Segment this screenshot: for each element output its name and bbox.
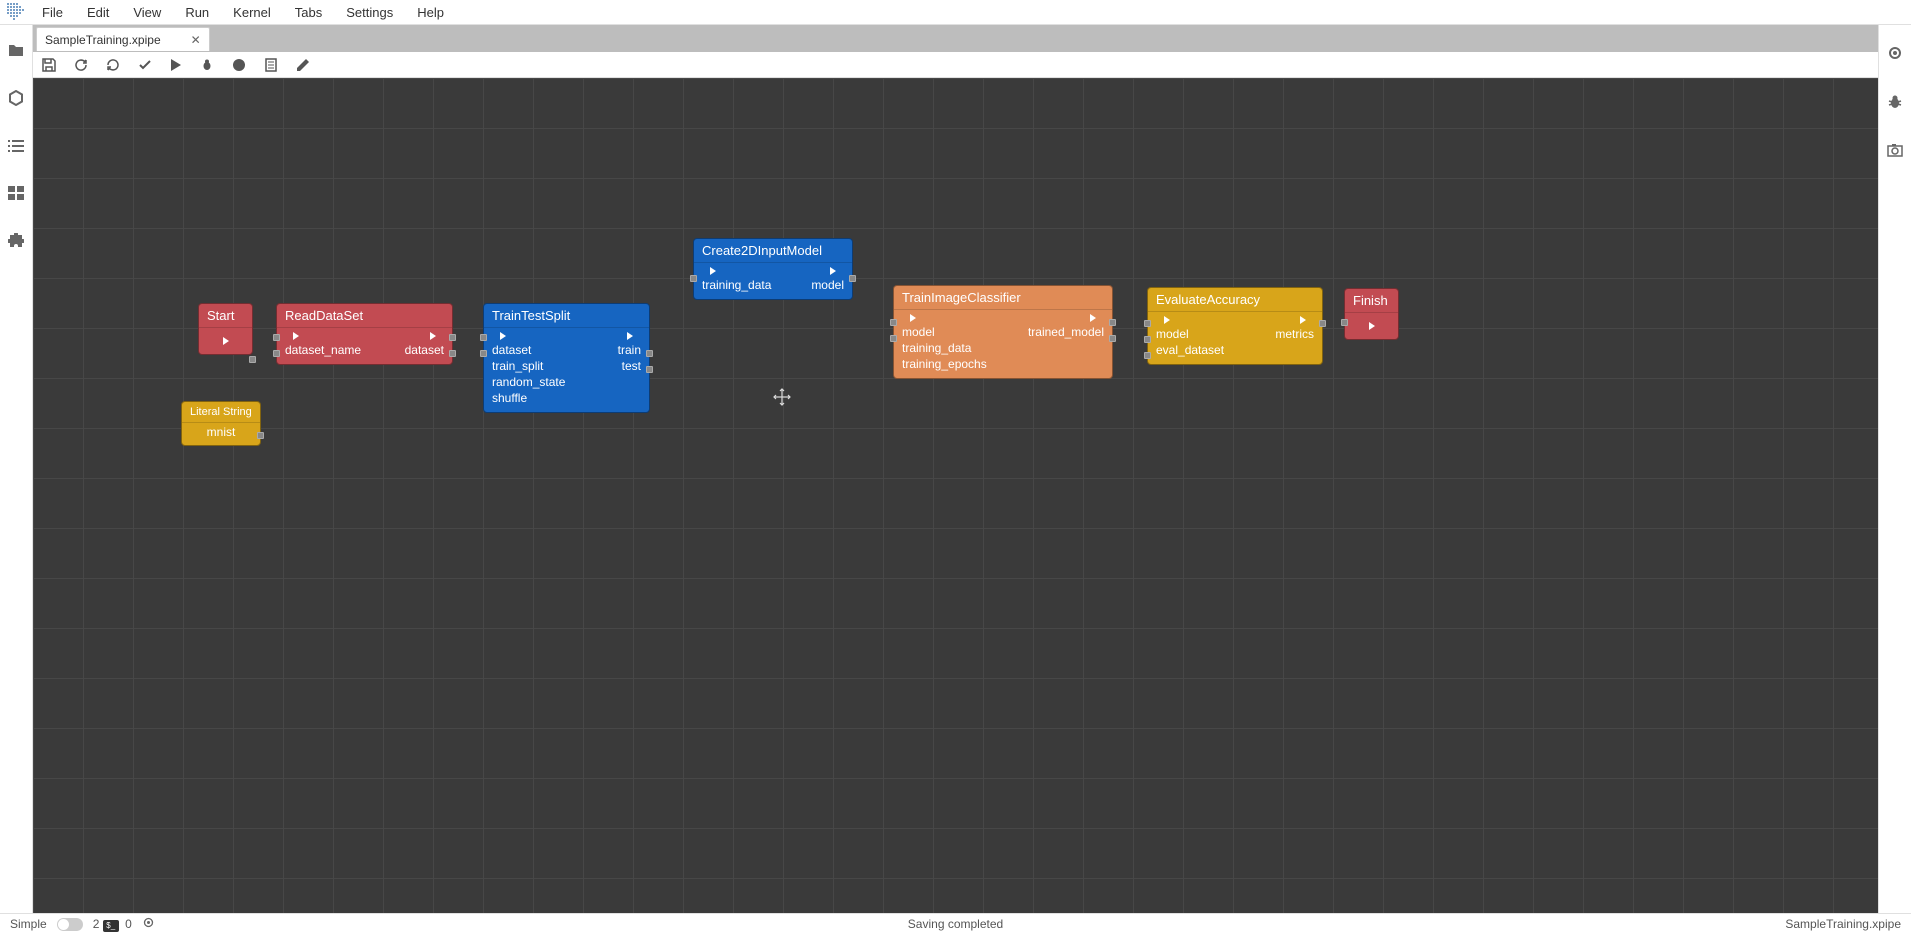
left-sidebar [0, 25, 33, 913]
canvas-grid [33, 78, 1878, 913]
status-mode: Simple [10, 917, 47, 931]
node-evaluateaccuracy[interactable]: EvaluateAccuracy model metrics eval_datas… [1147, 287, 1323, 365]
play-icon [910, 314, 916, 322]
play-icon [1300, 316, 1306, 324]
status-bar: Simple 2 $_ 0 Saving completed SampleTra… [0, 913, 1911, 934]
menubar: File Edit View Run Kernel Tabs Settings … [0, 0, 1911, 25]
input-label: train_split [492, 358, 543, 374]
camera-icon[interactable] [1887, 143, 1903, 160]
menu-file[interactable]: File [30, 1, 75, 24]
node-finish[interactable]: Finish [1344, 288, 1399, 340]
input-label: dataset [492, 342, 531, 358]
input-label: model [902, 324, 935, 340]
node-title: ReadDataSet [277, 304, 452, 327]
right-sidebar [1878, 25, 1911, 913]
refresh-icon[interactable] [74, 58, 88, 72]
node-trainimageclassifier[interactable]: TrainImageClassifier modeltrained_model … [893, 285, 1113, 379]
node-title: TrainImageClassifier [894, 286, 1112, 309]
node-literal-string[interactable]: Literal String mnist [181, 401, 261, 446]
hexagon-icon[interactable] [8, 90, 24, 109]
output-label: train [618, 342, 641, 358]
node-traintestsplit[interactable]: TrainTestSplit dataset train train_split t… [483, 303, 650, 413]
gears-icon[interactable] [1887, 45, 1903, 64]
tab-sampletraining[interactable]: SampleTraining.xpipe ✕ [36, 27, 210, 51]
status-message: Saving completed [908, 917, 1003, 931]
play-icon [500, 332, 506, 340]
debug-icon[interactable] [200, 58, 214, 72]
menu-edit[interactable]: Edit [75, 1, 121, 24]
node-value: mnist [182, 422, 260, 445]
undo-icon[interactable] [106, 58, 120, 72]
puzzle-icon[interactable] [8, 233, 24, 252]
play-icon [1369, 322, 1375, 330]
play-icon [830, 267, 836, 275]
play-icon[interactable] [170, 58, 182, 72]
node-title: Literal String [182, 402, 260, 422]
play-icon [1164, 316, 1170, 324]
menu-kernel[interactable]: Kernel [221, 1, 283, 24]
save-icon[interactable] [42, 58, 56, 72]
play-icon [627, 332, 633, 340]
menu-view[interactable]: View [121, 1, 173, 24]
node-start[interactable]: Start [198, 303, 253, 355]
node-title: Start [199, 304, 252, 327]
node-readdataset[interactable]: ReadDataSet dataset_name dataset [276, 303, 453, 365]
status-filename: SampleTraining.xpipe [1785, 917, 1901, 931]
node-title: Finish [1345, 289, 1398, 312]
tab-bar: SampleTraining.xpipe ✕ [0, 25, 1911, 52]
menu-run[interactable]: Run [173, 1, 221, 24]
node-create2dinputmodel[interactable]: Create2DInputModel training_data model [693, 238, 853, 300]
edit-icon[interactable] [296, 58, 310, 72]
input-label: dataset_name [285, 342, 361, 358]
input-label: training_data [902, 340, 971, 356]
stop-icon[interactable] [232, 58, 246, 72]
menu-tabs[interactable]: Tabs [283, 1, 334, 24]
play-icon [1090, 314, 1096, 322]
node-title: Create2DInputModel [694, 239, 852, 262]
boxes-icon[interactable] [8, 186, 24, 203]
close-icon[interactable]: ✕ [191, 33, 201, 47]
input-label: training_epochs [902, 356, 987, 372]
output-label: model [811, 277, 844, 293]
status-terminals: 2 $_ 0 [93, 917, 132, 932]
play-icon [223, 337, 229, 345]
mode-toggle[interactable] [57, 918, 83, 931]
check-icon[interactable] [138, 58, 152, 72]
menu-items: File Edit View Run Kernel Tabs Settings … [30, 1, 456, 24]
input-label: training_data [702, 277, 771, 293]
notebook-icon[interactable] [264, 58, 278, 72]
output-label: metrics [1275, 326, 1314, 342]
menu-settings[interactable]: Settings [334, 1, 405, 24]
list-icon[interactable] [8, 139, 24, 156]
input-label: eval_dataset [1156, 342, 1224, 358]
play-icon [293, 332, 299, 340]
output-label: dataset [405, 342, 444, 358]
folder-icon[interactable] [8, 43, 24, 60]
move-cursor-icon [773, 388, 791, 406]
toolbar [0, 52, 1911, 78]
play-icon [430, 332, 436, 340]
node-title: TrainTestSplit [484, 304, 649, 327]
bug-icon[interactable] [1887, 94, 1903, 113]
tab-label: SampleTraining.xpipe [45, 33, 161, 47]
gear-icon[interactable] [142, 916, 155, 932]
output-label: trained_model [1028, 324, 1104, 340]
menu-help[interactable]: Help [405, 1, 456, 24]
output-label: test [622, 358, 641, 374]
input-label: shuffle [492, 390, 527, 406]
app-logo [2, 0, 30, 25]
node-title: EvaluateAccuracy [1148, 288, 1322, 311]
canvas[interactable]: Start Literal String mnist ReadDataSet d… [33, 78, 1878, 913]
play-icon [710, 267, 716, 275]
input-label: random_state [492, 374, 565, 390]
input-label: model [1156, 326, 1189, 342]
